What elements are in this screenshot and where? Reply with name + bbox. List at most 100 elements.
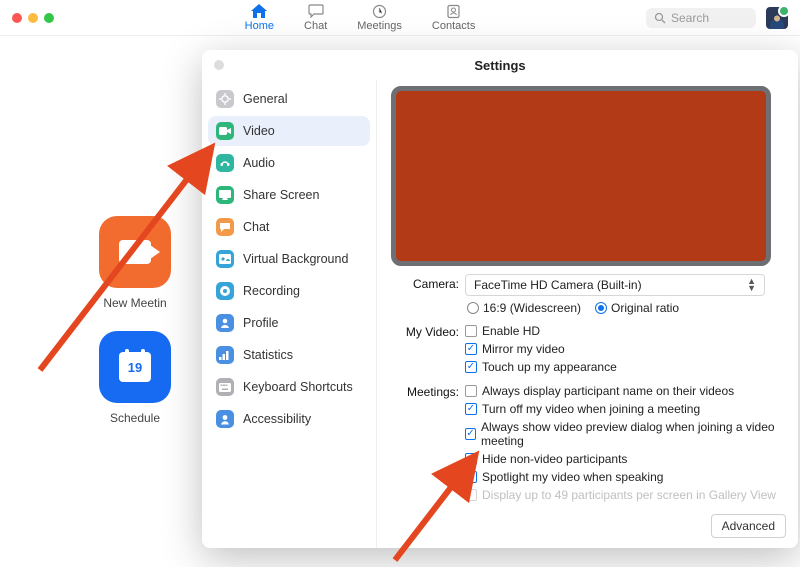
sidebar-item-audio[interactable]: Audio xyxy=(208,148,370,178)
contacts-icon xyxy=(445,3,463,19)
myvideo-checkbox[interactable]: Mirror my video xyxy=(465,340,788,358)
checkbox-icon xyxy=(465,343,477,355)
headphones-icon xyxy=(216,154,234,172)
checkbox-label: Display up to 49 participants per screen… xyxy=(482,488,776,502)
sidebar-item-label: Virtual Background xyxy=(243,252,348,266)
main-tabs: Home Chat Meetings Contacts xyxy=(100,3,620,32)
screen-icon xyxy=(216,186,234,204)
checkbox-label: Enable HD xyxy=(482,324,540,338)
radio-widescreen[interactable]: 16:9 (Widescreen) xyxy=(467,301,581,315)
sidebar-item-statistics[interactable]: Statistics xyxy=(208,340,370,370)
checkbox-label: Always display participant name on their… xyxy=(482,384,734,398)
checkbox-icon xyxy=(465,361,477,373)
meetings-checkbox: Display up to 49 participants per screen… xyxy=(465,486,788,504)
avatar[interactable] xyxy=(766,7,788,29)
camera-select[interactable]: FaceTime HD Camera (Built-in) ▲▼ xyxy=(465,274,765,296)
search-icon xyxy=(654,12,666,24)
meetings-checkbox[interactable]: Always show video preview dialog when jo… xyxy=(465,418,788,450)
meetings-checkbox[interactable]: Spotlight my video when speaking xyxy=(465,468,788,486)
tab-contacts[interactable]: Contacts xyxy=(432,3,475,32)
sidebar-item-label: Audio xyxy=(243,156,275,170)
search-input[interactable]: Search xyxy=(646,8,756,28)
meetings-checkbox[interactable]: Hide non-video participants xyxy=(465,450,788,468)
sidebar-item-label: Share Screen xyxy=(243,188,319,202)
radio-icon xyxy=(467,302,479,314)
settings-window: Settings General Video Audio Share Screen Ch… xyxy=(202,50,798,548)
calendar-icon: 19 xyxy=(119,352,151,382)
meetings-checkbox[interactable]: Turn off my video when joining a meeting xyxy=(465,400,788,418)
settings-title: Settings xyxy=(474,58,525,73)
checkbox-label: Always show video preview dialog when jo… xyxy=(481,420,788,448)
checkbox-icon xyxy=(465,471,477,483)
camera-label: Camera: xyxy=(391,274,465,291)
sidebar-item-recording[interactable]: Recording xyxy=(208,276,370,306)
tile-label: Schedule xyxy=(90,411,180,425)
stats-icon xyxy=(216,346,234,364)
checkbox-label: Mirror my video xyxy=(482,342,565,356)
sidebar-item-label: Keyboard Shortcuts xyxy=(243,380,353,394)
app-topbar: Home Chat Meetings Contacts Search xyxy=(0,0,800,36)
meetings-checkbox[interactable]: Always display participant name on their… xyxy=(465,382,788,400)
sidebar-item-chat[interactable]: Chat xyxy=(208,212,370,242)
sidebar-item-keyboard-shortcuts[interactable]: Keyboard Shortcuts xyxy=(208,372,370,402)
checkbox-label: Touch up my appearance xyxy=(482,360,617,374)
sidebar-item-accessibility[interactable]: Accessibility xyxy=(208,404,370,434)
camera-value: FaceTime HD Camera (Built-in) xyxy=(474,278,642,292)
keyboard-icon xyxy=(216,378,234,396)
checkbox-icon xyxy=(465,403,477,415)
video-icon xyxy=(216,122,234,140)
checkbox-label: Turn off my video when joining a meeting xyxy=(482,402,700,416)
sidebar-item-label: Video xyxy=(243,124,275,138)
checkbox-icon xyxy=(465,489,477,501)
maximize-window-button[interactable] xyxy=(44,13,54,23)
myvideo-options: Enable HD Mirror my video Touch up my appe… xyxy=(465,322,788,376)
checkbox-icon xyxy=(465,325,477,337)
tab-chat[interactable]: Chat xyxy=(304,3,327,32)
tile-label: New Meetin xyxy=(90,296,180,310)
select-arrows-icon: ▲▼ xyxy=(747,278,756,292)
record-icon xyxy=(216,282,234,300)
chat-icon xyxy=(307,3,325,19)
sidebar-item-general[interactable]: General xyxy=(208,84,370,114)
close-settings-button[interactable] xyxy=(214,60,224,70)
tile-schedule[interactable]: 19 Schedule xyxy=(90,331,180,425)
tab-home[interactable]: Home xyxy=(245,3,274,32)
sidebar-item-video[interactable]: Video xyxy=(208,116,370,146)
sidebar-item-label: Profile xyxy=(243,316,278,330)
tile-new-meeting[interactable]: New Meetin xyxy=(90,216,180,310)
topbar-right: Search xyxy=(620,7,800,29)
sidebar-item-label: Accessibility xyxy=(243,412,311,426)
picture-icon xyxy=(216,250,234,268)
sidebar-item-label: Recording xyxy=(243,284,300,298)
sidebar-item-label: Chat xyxy=(243,220,269,234)
radio-original-ratio[interactable]: Original ratio xyxy=(595,301,679,315)
sidebar-item-virtual-background[interactable]: Virtual Background xyxy=(208,244,370,274)
window-controls xyxy=(0,13,100,23)
close-window-button[interactable] xyxy=(12,13,22,23)
settings-content: Camera: FaceTime HD Camera (Built-in) ▲▼… xyxy=(377,80,798,548)
tab-label: Home xyxy=(245,20,274,32)
checkbox-icon xyxy=(465,453,477,465)
tab-label: Meetings xyxy=(357,20,402,32)
advanced-button[interactable]: Advanced xyxy=(711,514,786,538)
tab-meetings[interactable]: Meetings xyxy=(357,3,402,32)
profile-icon xyxy=(216,314,234,332)
sidebar-item-label: Statistics xyxy=(243,348,293,362)
checkbox-label: Spotlight my video when speaking xyxy=(482,470,663,484)
accessibility-icon xyxy=(216,410,234,428)
settings-header: Settings xyxy=(202,50,798,80)
video-preview xyxy=(391,86,771,266)
home-icon xyxy=(250,3,268,19)
settings-sidebar: General Video Audio Share Screen Chat Virtual… xyxy=(202,80,377,548)
myvideo-checkbox[interactable]: Touch up my appearance xyxy=(465,358,788,376)
checkbox-label: Hide non-video participants xyxy=(482,452,627,466)
sidebar-item-share-screen[interactable]: Share Screen xyxy=(208,180,370,210)
sidebar-item-profile[interactable]: Profile xyxy=(208,308,370,338)
meetings-options: Always display participant name on their… xyxy=(465,382,788,504)
gear-icon xyxy=(216,90,234,108)
checkbox-icon xyxy=(465,428,476,440)
clock-icon xyxy=(371,3,389,19)
minimize-window-button[interactable] xyxy=(28,13,38,23)
myvideo-checkbox[interactable]: Enable HD xyxy=(465,322,788,340)
sidebar-item-label: General xyxy=(243,92,287,106)
